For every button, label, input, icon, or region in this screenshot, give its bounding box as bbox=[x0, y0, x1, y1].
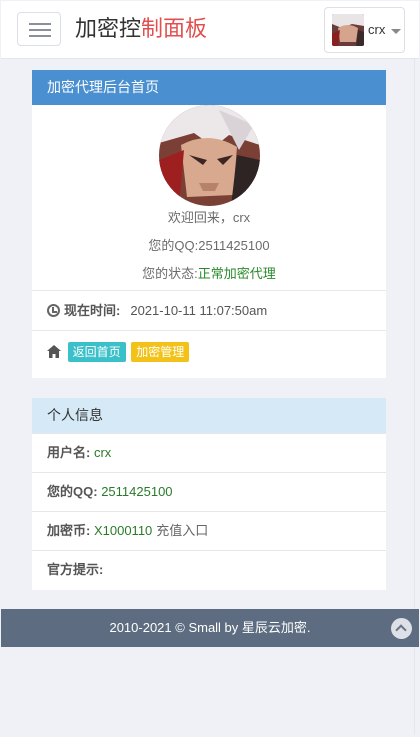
app-frame: 加密控制面板 crx 加密代理后台首页 欢迎回来，crx 您的QQ:251142… bbox=[1, 1, 419, 735]
home-panel: 加密代理后台首页 欢迎回来，crx 您的QQ:2511425100 您的状态:正… bbox=[32, 70, 386, 378]
hamburger-icon bbox=[29, 23, 51, 25]
menu-toggle-button[interactable] bbox=[17, 12, 61, 46]
username-value: crx bbox=[93, 445, 112, 460]
home-icon bbox=[47, 345, 61, 359]
current-time-row: 现在时间: 2021-10-11 11:07:50am bbox=[32, 290, 386, 330]
brand-main: 加密控 bbox=[75, 16, 142, 41]
chevron-down-icon bbox=[391, 29, 401, 34]
personal-info-panel: 个人信息 用户名: crx 您的QQ: 2511425100 加密币: X100… bbox=[32, 398, 386, 590]
brand-title[interactable]: 加密控制面板 bbox=[75, 15, 207, 43]
profile-summary: 欢迎回来，crx 您的QQ:2511425100 您的状态:正常加密代理 bbox=[32, 105, 386, 290]
hamburger-icon bbox=[29, 29, 51, 31]
time-label: 现在时间: bbox=[64, 303, 121, 318]
clock-icon bbox=[47, 304, 60, 317]
home-panel-title: 加密代理后台首页 bbox=[32, 70, 386, 105]
official-tip-row: 官方提示: bbox=[32, 550, 386, 589]
back-home-button[interactable]: 返回首页 bbox=[67, 341, 126, 362]
welcome-text: 欢迎回来，crx bbox=[167, 210, 251, 225]
profile-avatar bbox=[159, 105, 260, 206]
time-value: 2021-10-11 11:07:50am bbox=[130, 303, 268, 318]
status-label: 您的状态: bbox=[142, 266, 198, 281]
qq-label: 您的QQ: bbox=[47, 484, 98, 499]
status-line: 您的状态:正常加密代理 bbox=[32, 263, 386, 282]
username-row: 用户名: crx bbox=[32, 433, 386, 472]
chevron-up-icon[interactable] bbox=[391, 618, 412, 639]
footer-copyright: 2010-2021 © Small by 星辰云加密. bbox=[109, 620, 311, 635]
username-label: 用户名: bbox=[47, 445, 91, 460]
qq-value: 2511425100 bbox=[101, 484, 173, 499]
footer: 2010-2021 © Small by 星辰云加密. bbox=[1, 609, 419, 647]
status-value: 正常加密代理 bbox=[197, 266, 276, 281]
hamburger-icon bbox=[29, 35, 51, 37]
personal-info-title: 个人信息 bbox=[32, 398, 386, 433]
coin-value: X1000110 bbox=[93, 523, 153, 538]
user-name: crx bbox=[368, 22, 386, 37]
quick-links-row: 返回首页 加密管理 bbox=[32, 330, 386, 370]
top-navbar: 加密控制面板 crx bbox=[1, 1, 419, 59]
avatar bbox=[332, 14, 364, 46]
encrypt-manage-button[interactable]: 加密管理 bbox=[131, 341, 190, 362]
qq-row: 您的QQ: 2511425100 bbox=[32, 472, 386, 511]
brand-accent: 制面板 bbox=[141, 16, 208, 41]
official-tip-label: 官方提示: bbox=[47, 562, 104, 577]
qq-text: 您的QQ:2511425100 bbox=[148, 238, 270, 253]
user-menu-button[interactable]: crx bbox=[324, 7, 405, 53]
recharge-link[interactable]: 充值入口 bbox=[156, 523, 208, 538]
coin-label: 加密币: bbox=[47, 523, 91, 538]
coin-row: 加密币: X1000110 充值入口 bbox=[32, 511, 386, 550]
